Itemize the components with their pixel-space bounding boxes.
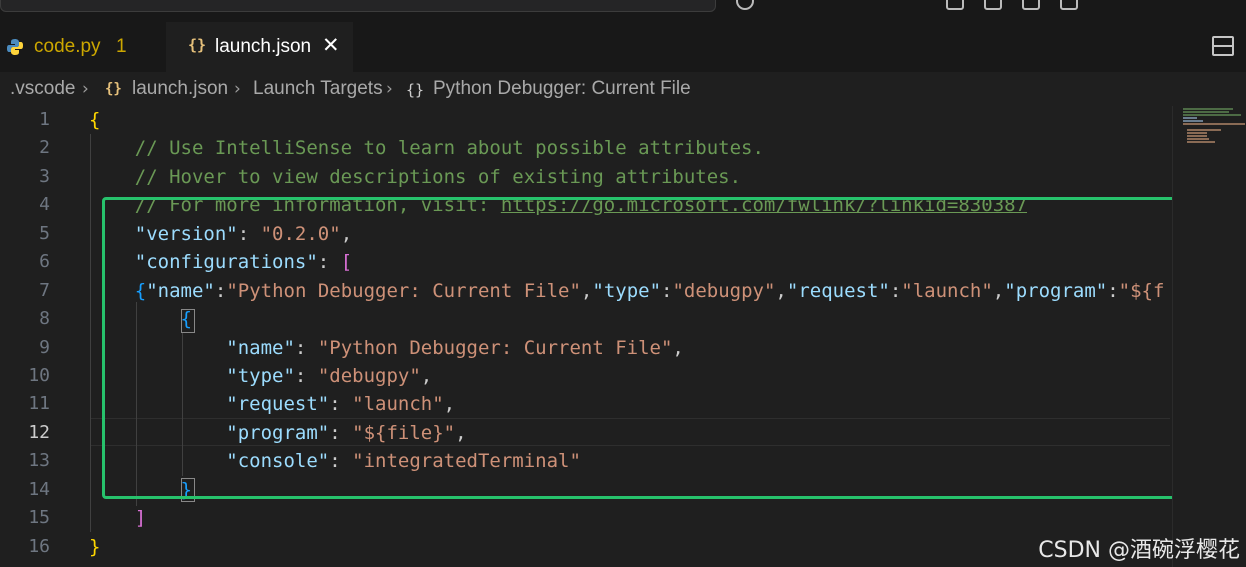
line-number: 7 — [39, 280, 50, 301]
comment: // Hover to view descriptions of existin… — [134, 166, 742, 188]
minimap-line — [1187, 138, 1209, 140]
breadcrumb-file[interactable]: launch.json — [132, 78, 228, 100]
minimap-line — [1187, 129, 1221, 131]
code-line: 2 // Use IntelliSense to learn about pos… — [0, 134, 1170, 162]
line-number: 14 — [28, 479, 50, 500]
chevron-right-icon: › — [234, 79, 241, 99]
chevron-right-icon: › — [82, 79, 89, 99]
code-line: 15 ] — [0, 504, 1170, 532]
comment: // Use IntelliSense to learn about possi… — [134, 137, 764, 159]
problem-count-badge: 1 — [116, 36, 127, 57]
code-line: 16} — [0, 533, 1170, 561]
minimap-line — [1187, 135, 1207, 137]
minimap-line — [1187, 132, 1207, 134]
tab-label: code.py — [34, 36, 101, 57]
line-number: 16 — [28, 536, 50, 557]
line-number: 11 — [28, 393, 50, 414]
line-number: 3 — [39, 166, 50, 187]
line-number: 5 — [39, 223, 50, 244]
minimap-line — [1187, 141, 1215, 143]
breadcrumb-folder[interactable]: .vscode — [10, 78, 75, 100]
tab-bar: code.py 1 {} launch.json ✕ — [0, 22, 1246, 72]
line-number: 2 — [39, 137, 50, 158]
breadcrumb-section[interactable]: Launch Targets — [253, 78, 383, 100]
line-number: 1 — [39, 109, 50, 130]
line-number: 12 — [28, 422, 50, 443]
breadcrumb: .vscode › {} launch.json › Launch Target… — [0, 72, 1246, 106]
line-number: 6 — [39, 251, 50, 272]
close-icon[interactable]: ✕ — [322, 33, 340, 58]
title-bar — [0, 0, 1246, 22]
code-line: 3 // Hover to view descriptions of exist… — [0, 163, 1170, 191]
split-editor-icon[interactable] — [1212, 36, 1234, 56]
json-braces-icon: {} — [188, 36, 207, 54]
layout-panel-icon[interactable] — [984, 0, 1002, 10]
line-number: 4 — [39, 194, 50, 215]
line-number: 8 — [39, 308, 50, 329]
breadcrumb-item[interactable]: Python Debugger: Current File — [433, 78, 691, 100]
line-number: 15 — [28, 507, 50, 528]
code-line: 1{ — [0, 106, 1170, 134]
minimap-line — [1183, 114, 1241, 116]
customize-layout-icon[interactable] — [1060, 0, 1078, 10]
minimap-line — [1183, 108, 1233, 110]
brace: { — [89, 109, 101, 131]
layout-secondary-icon[interactable] — [1022, 0, 1040, 10]
tab-code-py[interactable]: code.py 1 — [0, 22, 165, 72]
line-number: 10 — [28, 365, 50, 386]
line-number: 13 — [28, 450, 50, 471]
highlight-annotation-box — [102, 197, 1184, 499]
minimap-line — [1183, 123, 1245, 125]
watermark: CSDN @酒碗浮樱花 — [1038, 538, 1240, 563]
tab-label: launch.json — [215, 36, 312, 57]
json-braces-icon: {} — [105, 81, 122, 97]
minimap[interactable] — [1172, 106, 1246, 567]
tab-launch-json[interactable]: {} launch.json ✕ — [166, 22, 353, 72]
layout-sidebar-icon[interactable] — [946, 0, 964, 10]
line-number: 9 — [39, 337, 50, 358]
object-icon: {} — [406, 81, 425, 99]
chevron-right-icon: › — [386, 79, 393, 99]
command-center[interactable] — [0, 0, 716, 12]
minimap-line — [1183, 111, 1229, 113]
account-icon[interactable] — [736, 0, 754, 10]
python-icon — [7, 39, 23, 55]
minimap-line — [1183, 117, 1197, 119]
minimap-line — [1183, 120, 1203, 122]
